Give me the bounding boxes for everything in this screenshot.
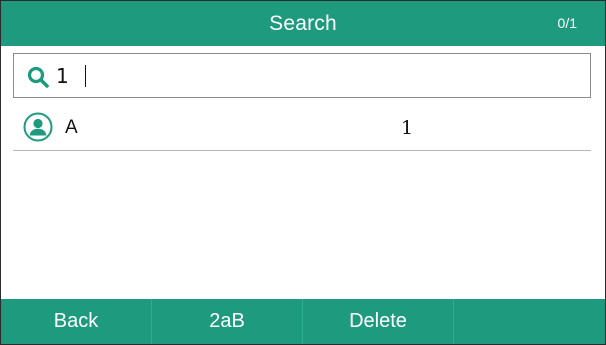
page-counter: 0/1 [557, 15, 577, 31]
softkey-bar: Back 2aB Delete [1, 299, 605, 344]
contact-avatar-icon [23, 112, 53, 142]
delete-softkey[interactable]: Delete [303, 299, 454, 344]
list-item[interactable]: A 1 [13, 105, 591, 151]
text-cursor [85, 65, 86, 87]
search-icon [27, 66, 49, 88]
search-value: 1 [56, 64, 69, 88]
empty-softkey[interactable] [454, 299, 605, 344]
back-softkey[interactable]: Back [1, 299, 152, 344]
title-bar: Search 0/1 [1, 1, 605, 46]
phone-screen: Search 0/1 1 A 1 Back 2aB Delete [0, 0, 606, 345]
page-title: Search [269, 12, 337, 35]
search-input[interactable]: 1 [13, 53, 591, 98]
input-mode-softkey[interactable]: 2aB [152, 299, 303, 344]
contact-number: 1 [401, 117, 414, 139]
contact-name: A [65, 117, 78, 138]
